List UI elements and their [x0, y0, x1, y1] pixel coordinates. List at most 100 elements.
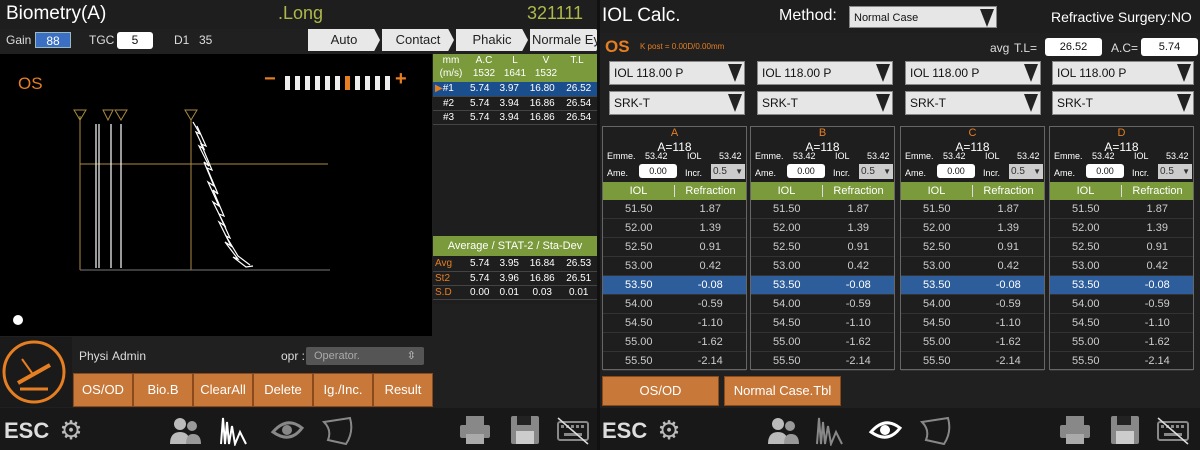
delete-button[interactable]: Delete: [253, 373, 313, 407]
table-row[interactable]: 55.00 -1.62: [751, 333, 894, 352]
a-scan-display[interactable]: OS − +: [0, 54, 432, 336]
scan-mode: .Long: [278, 3, 324, 23]
bio-b-button[interactable]: Bio.B: [133, 373, 193, 407]
table-row[interactable]: 55.00 -1.62: [901, 333, 1044, 352]
eye-icon[interactable]: [270, 414, 305, 446]
refraction-value: 0.42: [847, 260, 869, 272]
lens-select-b[interactable]: IOL 118.00 P: [757, 61, 893, 85]
table-row[interactable]: 52.50 0.91: [603, 238, 746, 257]
formula-select-d[interactable]: SRK-T: [1052, 91, 1194, 115]
auto-chevron[interactable]: Auto: [308, 29, 380, 51]
save-icon[interactable]: [1108, 414, 1142, 446]
save-icon[interactable]: [508, 414, 542, 446]
tl-value[interactable]: 26.52: [1045, 38, 1102, 56]
lens-select-c[interactable]: IOL 118.00 P: [905, 61, 1041, 85]
patients-icon[interactable]: [766, 414, 800, 446]
iol-column-d: D A=118 Emme. 53.42 IOL 53.42 Ame. 0.00 Incr. 0.5…: [1049, 126, 1194, 371]
table-row[interactable]: 54.00 -0.59: [901, 295, 1044, 314]
eye-icon[interactable]: [868, 414, 903, 446]
cornea-icon[interactable]: [918, 414, 952, 446]
table-row[interactable]: 54.50 -1.10: [1050, 314, 1193, 333]
table-row[interactable]: 53.00 0.42: [751, 257, 894, 276]
table-row[interactable]: 52.00 1.39: [751, 219, 894, 238]
emme-label: Emme.: [607, 151, 636, 161]
keyboard-off-icon[interactable]: [556, 414, 590, 446]
table-row[interactable]: 51.50 1.87: [1050, 200, 1193, 219]
table-row[interactable]: 55.00 -1.62: [603, 333, 746, 352]
phakic-chevron[interactable]: Phakic: [456, 29, 528, 51]
lens-select-d[interactable]: IOL 118.00 P: [1052, 61, 1194, 85]
result-button[interactable]: Result: [373, 373, 433, 407]
table-row[interactable]: 54.50 -1.10: [901, 314, 1044, 333]
ame-field[interactable]: 0.00: [639, 164, 677, 178]
ame-field[interactable]: 0.00: [937, 164, 975, 178]
formula-select-a[interactable]: SRK-T: [609, 91, 745, 115]
table-row[interactable]: 53.00 0.42: [901, 257, 1044, 276]
formula-select-c[interactable]: SRK-T: [905, 91, 1041, 115]
operator-select[interactable]: Operator. ⇳: [306, 347, 424, 365]
table-row[interactable]: 52.00 1.39: [603, 219, 746, 238]
settings-gear-icon[interactable]: ⚙: [54, 414, 88, 446]
probe-icon[interactable]: [0, 337, 72, 407]
table-row[interactable]: 51.50 1.87: [603, 200, 746, 219]
ac-value[interactable]: 5.74: [1141, 38, 1198, 56]
ame-field[interactable]: 0.00: [787, 164, 825, 178]
incr-select[interactable]: 0.5 ▼: [1158, 164, 1192, 179]
table-row[interactable]: 53.00 0.42: [603, 257, 746, 276]
a-scan-mode-icon[interactable]: [814, 414, 848, 448]
table-row[interactable]: 54.00 -0.59: [1050, 295, 1193, 314]
table-row[interactable]: 53.00 0.42: [1050, 257, 1193, 276]
table-row[interactable]: 53.50 -0.08: [751, 276, 894, 295]
table-row[interactable]: 52.50 0.91: [751, 238, 894, 257]
ame-field[interactable]: 0.00: [1086, 164, 1124, 178]
os-od-button[interactable]: OS/OD: [602, 376, 719, 406]
incr-select[interactable]: 0.5 ▼: [859, 164, 893, 179]
table-row[interactable]: 55.50 -2.14: [1050, 352, 1193, 371]
printer-icon[interactable]: [1058, 414, 1092, 446]
table-row[interactable]: 52.50 0.91: [1050, 238, 1193, 257]
table-row[interactable]: 54.00 -0.59: [603, 295, 746, 314]
table-row[interactable]: 55.00 -1.62: [1050, 333, 1193, 352]
table-row[interactable]: 55.50 -2.14: [751, 352, 894, 371]
table-row[interactable]: 52.50 0.91: [901, 238, 1044, 257]
os-od-button[interactable]: OS/OD: [73, 373, 133, 407]
cornea-icon[interactable]: [320, 414, 354, 446]
normal-case-table-button[interactable]: Normal Case.Tbl: [724, 376, 841, 406]
table-row[interactable]: 54.50 -1.10: [751, 314, 894, 333]
stats-tl: 26.51: [560, 271, 597, 286]
table-row[interactable]: 53.50 -0.08: [603, 276, 746, 295]
table-row[interactable]: 53.50 -0.08: [901, 276, 1044, 295]
patients-icon[interactable]: [168, 414, 202, 446]
table-row[interactable]: 51.50 1.87: [751, 200, 894, 219]
table-row[interactable]: #2 5.74 3.94 16.86 26.54: [433, 96, 597, 111]
esc-button[interactable]: ESC: [4, 418, 49, 444]
settings-gear-icon[interactable]: ⚙: [652, 414, 686, 446]
printer-icon[interactable]: [458, 414, 492, 446]
table-row[interactable]: ▶#1 5.74 3.97 16.80 26.52: [433, 82, 597, 97]
table-row[interactable]: #3 5.74 3.94 16.86 26.54: [433, 110, 597, 125]
clear-all-button[interactable]: ClearAll: [193, 373, 253, 407]
table-row[interactable]: 55.50 -2.14: [901, 352, 1044, 371]
tgc-field[interactable]: 5: [117, 32, 153, 49]
contact-chevron[interactable]: Contact: [382, 29, 454, 51]
table-row[interactable]: 54.00 -0.59: [751, 295, 894, 314]
table-row[interactable]: 51.50 1.87: [901, 200, 1044, 219]
method-select[interactable]: Normal Case: [849, 6, 997, 28]
a-scan-mode-icon[interactable]: [218, 414, 252, 448]
refraction-value: 0.91: [1146, 241, 1168, 253]
gain-field[interactable]: 88: [35, 32, 71, 48]
table-row[interactable]: 55.50 -2.14: [603, 352, 746, 371]
keyboard-off-icon[interactable]: [1156, 414, 1190, 446]
incr-select[interactable]: 0.5 ▼: [1009, 164, 1043, 179]
esc-button[interactable]: ESC: [602, 418, 647, 444]
lens-select-a[interactable]: IOL 118.00 P: [609, 61, 745, 85]
table-row[interactable]: 52.00 1.39: [1050, 219, 1193, 238]
table-row[interactable]: 53.50 -0.08: [1050, 276, 1193, 295]
incr-select[interactable]: 0.5 ▼: [711, 164, 745, 179]
table-row[interactable]: 54.50 -1.10: [603, 314, 746, 333]
table-row[interactable]: 52.00 1.39: [901, 219, 1044, 238]
normal-eye-chevron[interactable]: Normale Ey: [530, 29, 597, 51]
formula-select-b[interactable]: SRK-T: [757, 91, 893, 115]
iol-power: 55.00: [624, 336, 653, 348]
ig-inc-button[interactable]: Ig./Inc.: [313, 373, 373, 407]
